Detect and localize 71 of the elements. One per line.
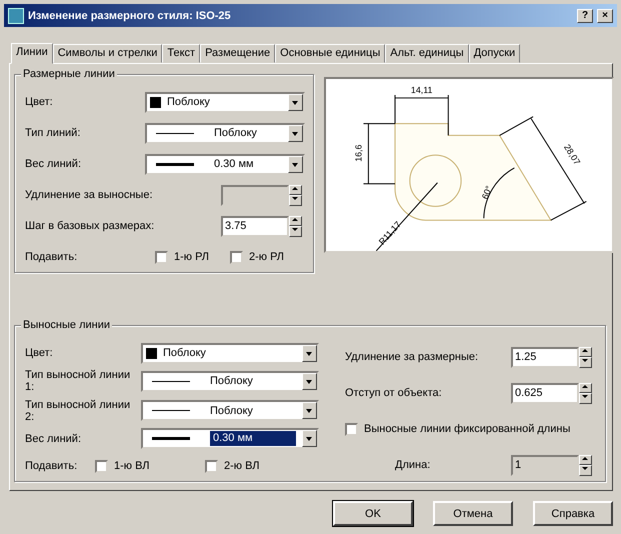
field-label: Удлинение за выносные: xyxy=(25,189,154,201)
dropdown[interactable]: Поблоку xyxy=(141,400,319,421)
tab[interactable]: Текст xyxy=(162,44,200,63)
spin-button[interactable] xyxy=(579,382,592,404)
field-label: Тип выносной линии 1: xyxy=(25,369,132,394)
group-title: Размерные линии xyxy=(21,68,117,80)
help-button[interactable]: ? xyxy=(577,8,593,22)
app-icon xyxy=(8,8,24,24)
dropdown[interactable]: Поблоку xyxy=(145,122,305,144)
line-sample-icon xyxy=(156,132,194,134)
window-title: Изменение размерного стиля: ISO-25 xyxy=(28,10,232,22)
spin-button[interactable] xyxy=(289,216,302,236)
number-field[interactable]: 3.75 xyxy=(221,216,289,236)
field-label: Тип линий: xyxy=(25,127,82,139)
field-label: Отступ от объекта: xyxy=(345,387,443,399)
tab[interactable]: Линии xyxy=(11,43,53,64)
dimension-text: 16,6 xyxy=(354,144,364,162)
dimension-text: 60° xyxy=(480,184,494,201)
dropdown[interactable]: 0.30 мм xyxy=(141,428,319,450)
spin-button[interactable] xyxy=(289,184,302,206)
dialog-button[interactable]: Справка xyxy=(533,501,613,526)
tab[interactable]: Размещение xyxy=(200,44,276,63)
field-label: Вес линий: xyxy=(25,158,82,170)
caret-icon xyxy=(288,94,303,110)
checkbox-label: 2-ю ВЛ xyxy=(224,460,260,472)
tab[interactable]: Альт. единицы xyxy=(385,44,469,63)
checkbox[interactable] xyxy=(205,460,218,472)
spin-button[interactable] xyxy=(579,454,592,476)
checkbox-label: 1-ю ВЛ xyxy=(114,460,150,472)
checkbox[interactable] xyxy=(345,422,358,436)
dialog-button[interactable]: Отмена xyxy=(433,501,513,526)
caret-icon xyxy=(302,430,317,448)
field-label: Подавить: xyxy=(25,251,78,263)
line-sample-icon xyxy=(152,437,190,440)
dropdown[interactable]: Поблоку xyxy=(141,370,319,392)
dropdown[interactable]: 0.30 мм xyxy=(145,154,305,174)
line-sample-icon xyxy=(152,410,190,411)
caret-icon xyxy=(302,372,317,390)
tab[interactable]: Основные единицы xyxy=(275,44,386,63)
dialog-button[interactable]: OK xyxy=(333,501,413,526)
tab[interactable]: Символы и стрелки xyxy=(52,44,162,63)
close-button[interactable]: × xyxy=(597,8,613,22)
checkbox-label: Выносные линии фиксированной длины xyxy=(364,423,570,435)
line-sample-icon xyxy=(152,380,190,382)
number-field[interactable]: 1.25 xyxy=(511,346,579,368)
caret-icon xyxy=(288,156,303,172)
field-label: Шаг в базовых размерах: xyxy=(25,220,155,232)
field-label: Цвет: xyxy=(25,96,54,108)
checkbox[interactable] xyxy=(155,250,168,264)
tab[interactable]: Допуски xyxy=(468,44,520,63)
checkbox[interactable] xyxy=(95,460,108,472)
spin-button[interactable] xyxy=(579,346,592,368)
caret-icon xyxy=(302,402,317,419)
number-field[interactable]: 0.625 xyxy=(511,382,579,404)
checkbox[interactable] xyxy=(230,250,243,264)
field-label: Вес линий: xyxy=(25,432,82,445)
dropdown[interactable]: Поблоку xyxy=(141,342,319,364)
field-label: Длина: xyxy=(394,459,432,471)
checkbox-label: 2-ю РЛ xyxy=(249,251,284,263)
line-sample-icon xyxy=(156,162,194,166)
dimension-text: 14,11 xyxy=(410,85,432,95)
selected-value: 0.30 мм xyxy=(210,431,296,446)
group-title: Выносные линии xyxy=(21,319,112,331)
caret-icon xyxy=(288,124,303,142)
dropdown[interactable]: Поблоку xyxy=(145,92,305,112)
field-label: Тип выносной линии 2: xyxy=(25,398,132,422)
checkbox-label: 1-ю РЛ xyxy=(174,251,210,263)
field-label: Цвет: xyxy=(25,347,54,359)
caret-icon xyxy=(302,344,317,362)
field-label: Удлинение за размерные: xyxy=(345,351,480,363)
field-label: Подавить: xyxy=(25,460,78,472)
